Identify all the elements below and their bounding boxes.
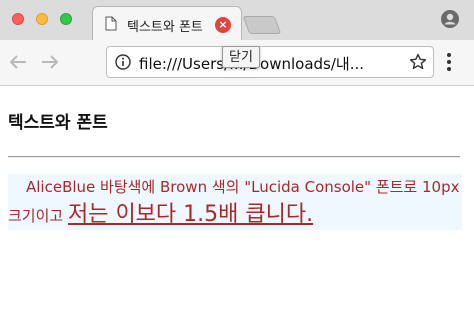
menu-icon[interactable] bbox=[446, 52, 452, 76]
close-tooltip: 닫기 bbox=[222, 46, 260, 68]
file-icon bbox=[105, 16, 117, 35]
forward-icon[interactable] bbox=[40, 53, 60, 75]
window-close-button[interactable] bbox=[12, 13, 24, 25]
url-text[interactable]: file:///Users/.../Downloads/내... bbox=[139, 53, 401, 74]
back-icon[interactable] bbox=[8, 53, 28, 75]
page-heading: 텍스트와 폰트 bbox=[8, 113, 108, 133]
tab-active[interactable]: 텍스트와 폰트 × bbox=[92, 6, 242, 40]
window-zoom-button[interactable] bbox=[60, 13, 72, 25]
tab-title: 텍스트와 폰트 bbox=[127, 20, 203, 35]
styled-paragraph: AliceBlue 바탕색에 Brown 색의 "Lucida Console"… bbox=[8, 174, 462, 230]
page-content: 텍스트와 폰트 AliceBlue 바탕색에 Brown 색의 "Lucida … bbox=[0, 86, 474, 317]
profile-icon[interactable] bbox=[440, 9, 460, 33]
enlarged-text: 저는 이보다 1.5배 큽니다. bbox=[67, 202, 314, 227]
tab-strip: 텍스트와 폰트 × bbox=[0, 0, 474, 40]
new-tab-button[interactable] bbox=[242, 16, 282, 34]
close-icon[interactable]: × bbox=[215, 17, 231, 33]
window-minimize-button[interactable] bbox=[36, 13, 48, 25]
address-bar[interactable]: file:///Users/.../Downloads/내... bbox=[106, 46, 434, 78]
star-icon[interactable] bbox=[409, 53, 427, 75]
horizontal-rule bbox=[8, 156, 460, 158]
info-icon[interactable] bbox=[115, 54, 131, 74]
